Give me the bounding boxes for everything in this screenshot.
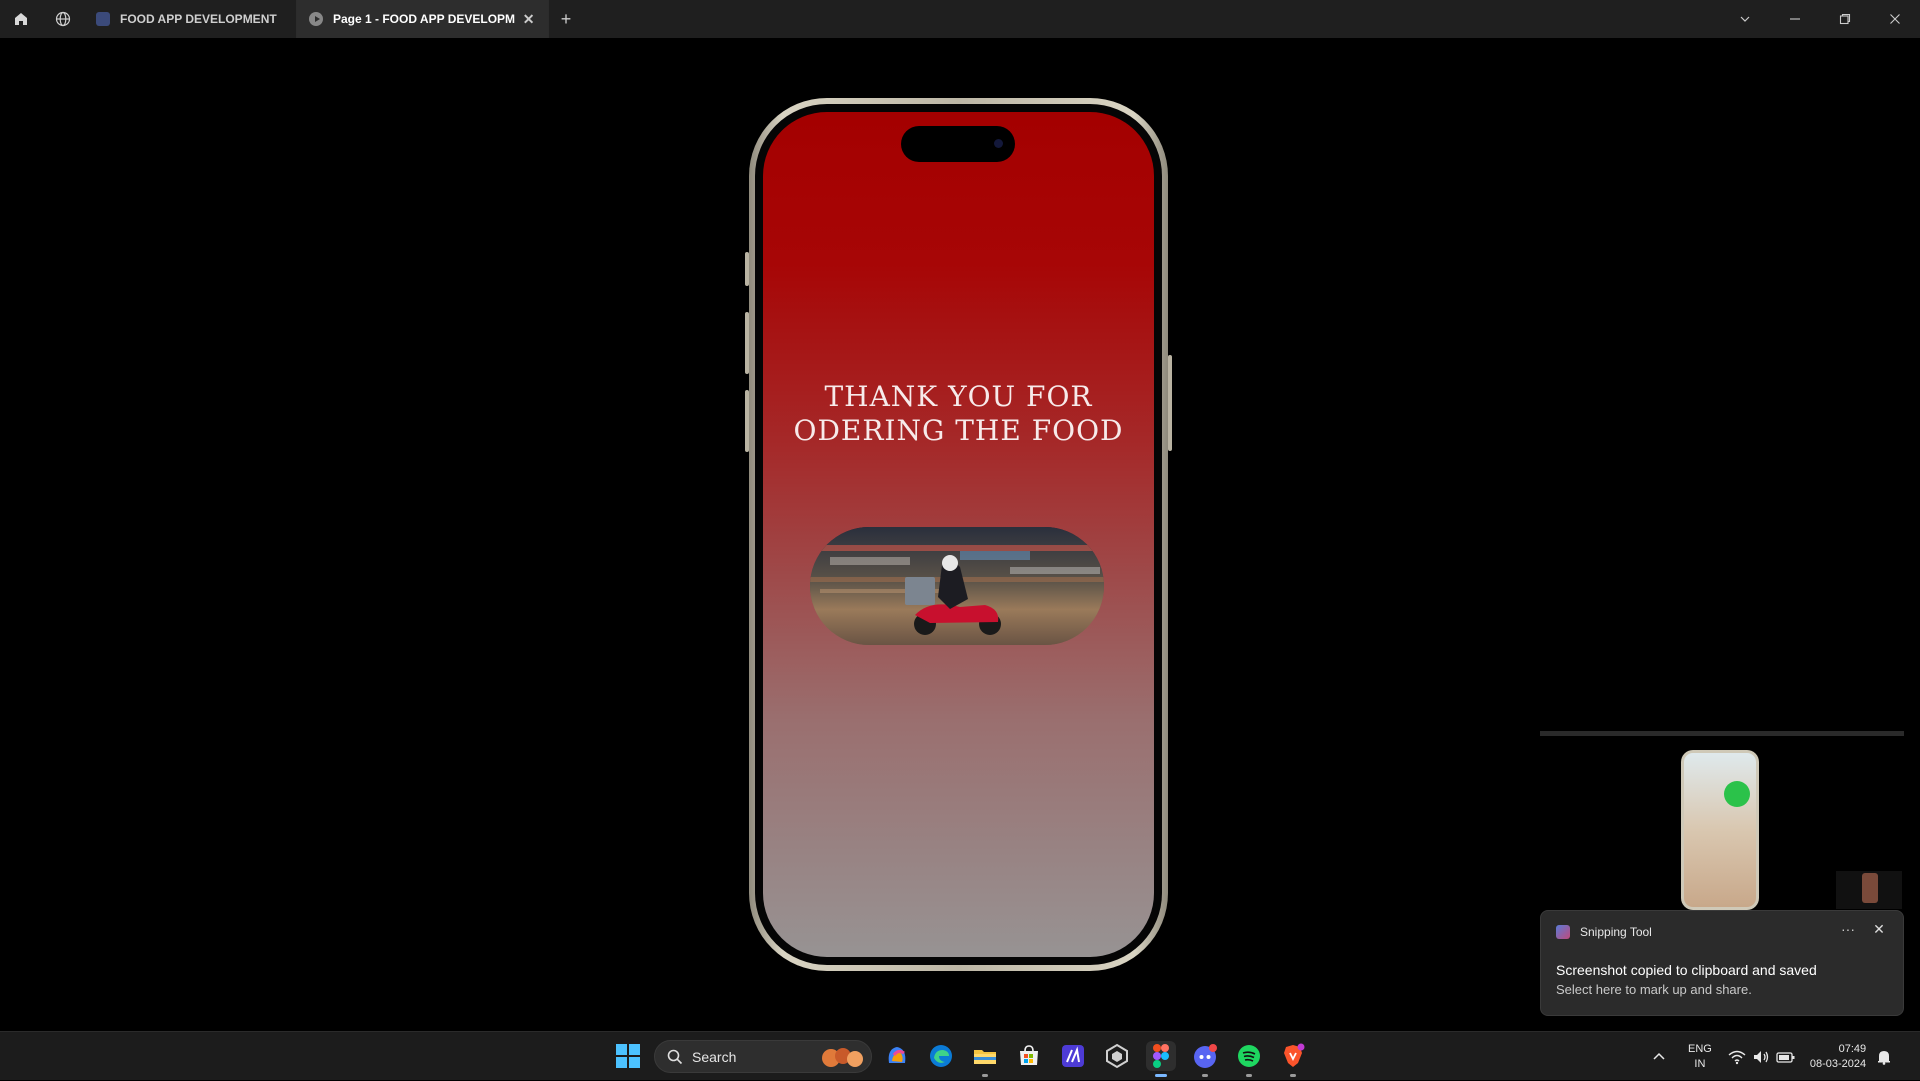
snipping-tool-notification[interactable]: Snipping Tool ··· ✕ Screenshot copied to…	[1540, 910, 1904, 1016]
edge-icon	[930, 1045, 952, 1067]
camera-icon	[994, 139, 1003, 148]
chevron-down-icon	[1740, 16, 1750, 22]
search-label: Search	[692, 1048, 737, 1065]
copilot-icon	[888, 1047, 906, 1063]
clock-time: 07:49	[1838, 1042, 1867, 1055]
battery-icon[interactable]	[1776, 1049, 1796, 1065]
unity-button[interactable]	[1102, 1041, 1132, 1071]
figma-button[interactable]	[1146, 1041, 1176, 1077]
phone-screen[interactable]: THANK YOU FOR ODERING THE FOOD	[763, 112, 1154, 957]
spotify-icon	[1238, 1045, 1260, 1067]
notification-bell-icon[interactable]	[1876, 1049, 1892, 1065]
phone-bezel: THANK YOU FOR ODERING THE FOOD	[755, 104, 1162, 965]
plus-icon: +	[560, 8, 572, 29]
microsoft-store-button[interactable]	[1014, 1041, 1044, 1071]
volume-icon[interactable]	[1752, 1049, 1770, 1065]
toast-more-button[interactable]: ···	[1837, 921, 1859, 941]
restore-icon	[1839, 13, 1851, 25]
microsoft-store-icon	[1020, 1045, 1038, 1065]
figma-icon	[1153, 1044, 1169, 1068]
visual-studio-button[interactable]	[1058, 1041, 1088, 1071]
discord-button[interactable]	[1190, 1041, 1220, 1077]
minimize-icon	[1790, 18, 1800, 20]
spotify-button[interactable]	[1234, 1041, 1264, 1077]
toast-title: Screenshot copied to clipboard and saved	[1556, 962, 1817, 978]
snip-green-badge	[1724, 781, 1750, 807]
close-window-button[interactable]	[1870, 0, 1920, 38]
start-button[interactable]	[613, 1041, 643, 1071]
globe-button[interactable]	[42, 0, 84, 38]
search-icon	[667, 1049, 683, 1064]
tab-label: Page 1 - FOOD APP DEVELOPMEN	[333, 12, 516, 26]
tab-food-app-development[interactable]: FOOD APP DEVELOPMENT	[84, 0, 297, 38]
toast-close-button[interactable]: ✕	[1868, 921, 1890, 941]
discord-icon	[1194, 1044, 1217, 1068]
delivery-scooter-photo	[810, 527, 1104, 645]
snip-preview-titlebar	[1540, 731, 1904, 736]
minimize-button[interactable]	[1770, 0, 1820, 38]
snip-preview-thumbnail[interactable]	[1540, 731, 1904, 911]
system-tray: ENG IN 07:49 08-03-2024	[1652, 1032, 1892, 1081]
brave-button[interactable]	[1278, 1041, 1308, 1077]
play-icon	[309, 12, 323, 26]
toast-app-name: Snipping Tool	[1580, 925, 1652, 939]
snip-mini-preview	[1836, 871, 1902, 909]
start-icon	[616, 1044, 640, 1068]
tab-list-button[interactable]	[1720, 0, 1770, 38]
chevron-up-icon[interactable]	[1652, 1050, 1666, 1064]
home-icon	[15, 13, 27, 25]
clock-date: 08-03-2024	[1809, 1057, 1867, 1070]
tab-close-button[interactable]: ✕	[521, 11, 536, 28]
snip-phone-preview	[1681, 750, 1759, 910]
language-code: ENG	[1688, 1042, 1712, 1055]
globe-icon	[55, 11, 71, 27]
delivery-photo-art	[810, 527, 1104, 645]
restore-button[interactable]	[1820, 0, 1870, 38]
wifi-icon[interactable]	[1728, 1049, 1746, 1065]
visual-studio-icon	[1062, 1045, 1084, 1067]
home-button[interactable]	[0, 0, 42, 38]
file-explorer-icon	[974, 1050, 996, 1064]
thank-you-headline: THANK YOU FOR ODERING THE FOOD	[793, 380, 1124, 447]
snipping-tool-icon	[1556, 925, 1570, 939]
new-tab-button[interactable]: +	[549, 0, 583, 38]
brave-icon	[1284, 1043, 1305, 1067]
title-bar: FOOD APP DEVELOPMENT Page 1 - FOOD APP D…	[0, 0, 1920, 38]
toast-subtitle: Select here to mark up and share.	[1556, 982, 1752, 997]
search-highlight-art	[822, 1048, 863, 1067]
phone-power-button	[1168, 355, 1172, 451]
dynamic-island	[901, 126, 1015, 162]
file-explorer-button[interactable]	[970, 1041, 1000, 1077]
unity-icon	[1106, 1043, 1128, 1069]
tab-page-1-prototype[interactable]: Page 1 - FOOD APP DEVELOPMEN ✕	[297, 0, 549, 38]
clock[interactable]: 07:49 08-03-2024	[1810, 1042, 1866, 1072]
phone-mockup: THANK YOU FOR ODERING THE FOOD	[749, 98, 1168, 971]
figma-file-icon	[96, 12, 110, 26]
search-box[interactable]: Search	[654, 1040, 872, 1073]
edge-button[interactable]	[926, 1041, 956, 1071]
close-icon	[1890, 14, 1900, 24]
toast-app-header: Snipping Tool	[1556, 925, 1652, 939]
region-code: IN	[1694, 1057, 1706, 1070]
copilot-button[interactable]	[882, 1041, 912, 1071]
language-indicator[interactable]: ENG IN	[1688, 1042, 1712, 1072]
taskbar: Search ENG IN 07:49 08-03-2024	[0, 1031, 1920, 1080]
tab-label: FOOD APP DEVELOPMENT	[120, 12, 277, 26]
